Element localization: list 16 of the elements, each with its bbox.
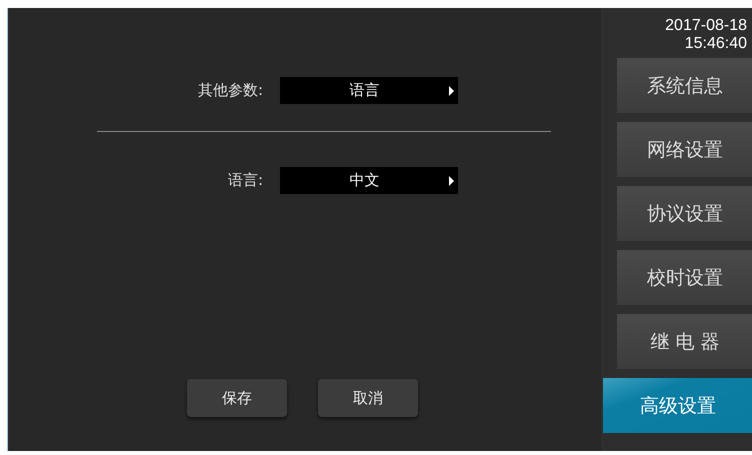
action-button[interactable]: 取消 <box>318 379 418 417</box>
field-label: 其他参数: <box>196 81 263 100</box>
date-text: 2017-08-18 <box>665 17 747 35</box>
dropdown[interactable]: 中文 <box>280 167 458 194</box>
time-text: 15:46:40 <box>684 35 747 53</box>
sidebar-item[interactable]: 系统信息 <box>617 58 752 113</box>
sidebar-item[interactable]: 继 电 器 <box>617 314 752 369</box>
action-button[interactable]: 保存 <box>187 379 287 417</box>
sidebar-item[interactable]: 校时设置 <box>617 250 752 305</box>
sidebar-item[interactable]: 高级设置 <box>603 378 752 433</box>
sidebar-item[interactable]: 网络设置 <box>617 122 752 177</box>
triangle-icon <box>449 176 454 186</box>
dropdown[interactable]: 语言 <box>280 77 458 104</box>
field-label: 语言: <box>226 171 263 190</box>
triangle-icon <box>449 86 454 96</box>
sidebar-item[interactable]: 协议设置 <box>617 186 752 241</box>
